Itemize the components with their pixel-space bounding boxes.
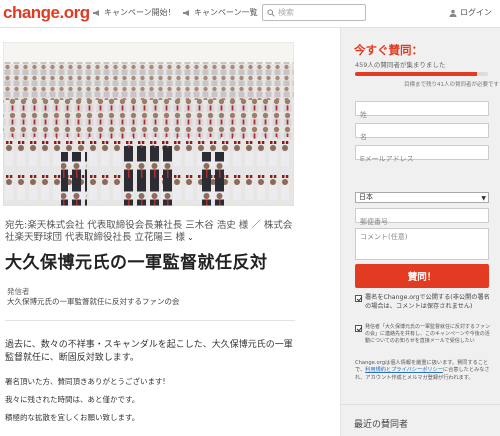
search-icon bbox=[267, 8, 275, 17]
country-select[interactable]: 日本 ▼ bbox=[355, 192, 489, 203]
user-icon bbox=[449, 9, 457, 17]
public-signature-label: 署名をChange.orgで公開する(非公開の署名の場合は、コメントは保存されま… bbox=[365, 294, 490, 310]
body-paragraph: 積極的な拡散を宜しくお願い致します。 bbox=[5, 413, 140, 422]
browse-campaigns-label: キャンペーン一覧 bbox=[194, 8, 258, 17]
divider bbox=[340, 404, 500, 405]
start-campaign-label: キャンペーン開始！ bbox=[104, 8, 176, 17]
progress-bar bbox=[355, 72, 488, 76]
megaphone-icon bbox=[93, 9, 99, 16]
body-paragraph: 我々に残された時間は、あと僅かです。 bbox=[5, 395, 140, 404]
petition-addressee[interactable]: 宛先:楽天株式会社 代表取締役会長兼社長 三木谷 浩史 様 ／ 株式会社楽天野球… bbox=[5, 220, 295, 244]
progress-fill bbox=[355, 72, 478, 76]
share-contact-label: 発信者「大久保博元氏の一軍監督就任に反対するファンの会」に連絡先を共有し、このキ… bbox=[365, 324, 491, 345]
petition-title: 大久保博元氏の一軍監督就任反対 bbox=[5, 253, 268, 273]
megaphone-icon bbox=[183, 9, 189, 16]
login-label: ログイン bbox=[460, 8, 492, 17]
petition-body: 過去に、数々の不祥事・スキャンダルを起こした、大久保博元氏の一軍監督就任に、断固… bbox=[5, 340, 293, 363]
divider bbox=[5, 320, 295, 321]
body-paragraph: 署名頂いた方、賛同頂きありがとうございます! bbox=[5, 377, 166, 386]
start-campaign-link[interactable]: キャンペーン開始！ bbox=[92, 7, 176, 18]
public-signature-option: 署名をChange.orgで公開する(非公開の署名の場合は、コメントは保存されま… bbox=[355, 294, 491, 311]
search-box[interactable] bbox=[262, 4, 366, 21]
terms-privacy-link[interactable]: 利用規約とプライバシーポリシー bbox=[365, 367, 443, 373]
petition-starter: 発信者 大久保博元氏の一軍監督就任に反対するファンの会 bbox=[7, 287, 180, 307]
dropdown-arrow-icon: ▼ bbox=[481, 195, 486, 202]
top-header: change.org キャンペーン開始！ キャンペーン一覧 ログイン bbox=[0, 0, 500, 28]
comment-placeholder: コメント(任意) bbox=[360, 233, 408, 241]
sign-now-heading: 今すぐ賛同： bbox=[354, 43, 423, 57]
starter-label: 発信者 bbox=[7, 287, 30, 296]
privacy-note: Change.orgは個人情報を厳重に扱います。賛同することで、利用規約とプライ… bbox=[355, 360, 491, 382]
share-contact-checkbox[interactable] bbox=[355, 325, 362, 332]
goal-text: 目標まで残り41人の賛同者が必要です！ bbox=[404, 82, 500, 88]
email-input[interactable] bbox=[356, 153, 488, 166]
change-org-logo[interactable]: change.org bbox=[3, 3, 90, 23]
email-field[interactable] bbox=[355, 145, 489, 166]
recent-signers-heading: 最近の賛同者 bbox=[354, 420, 409, 430]
sign-sidebar: 今すぐ賛同： 459人の賛同者が集まりました 目標まで残り41人の賛同者が必要で… bbox=[340, 28, 500, 436]
starter-name[interactable]: 大久保博元氏の一軍監督就任に反対するファンの会 bbox=[7, 297, 180, 307]
chevron-down-icon: ⌄ bbox=[187, 233, 194, 242]
search-input[interactable] bbox=[278, 8, 358, 17]
country-value: 日本 bbox=[359, 193, 373, 201]
share-contact-option: 発信者「大久保博元氏の一軍監督就任に反対するファンの会」に連絡先を共有し、このキ… bbox=[355, 324, 491, 346]
comment-field[interactable]: コメント(任意) bbox=[355, 228, 489, 260]
last-name-input[interactable] bbox=[356, 109, 488, 122]
supporter-count: 459人の賛同者が集まりました bbox=[355, 61, 446, 69]
petition-photo bbox=[3, 42, 294, 206]
zip-field[interactable] bbox=[355, 208, 489, 229]
browse-campaigns-link[interactable]: キャンペーン一覧 bbox=[182, 7, 258, 18]
first-name-input[interactable] bbox=[356, 131, 488, 144]
last-name-field[interactable] bbox=[355, 101, 489, 122]
login-link[interactable]: ログイン bbox=[449, 7, 492, 18]
sign-button[interactable]: 賛同！ bbox=[355, 264, 489, 288]
first-name-field[interactable] bbox=[355, 123, 489, 144]
addressee-text: 宛先:楽天株式会社 代表取締役会長兼社長 三木谷 浩史 様 ／ 株式会社楽天野球… bbox=[5, 220, 293, 243]
public-signature-checkbox[interactable] bbox=[355, 295, 362, 302]
